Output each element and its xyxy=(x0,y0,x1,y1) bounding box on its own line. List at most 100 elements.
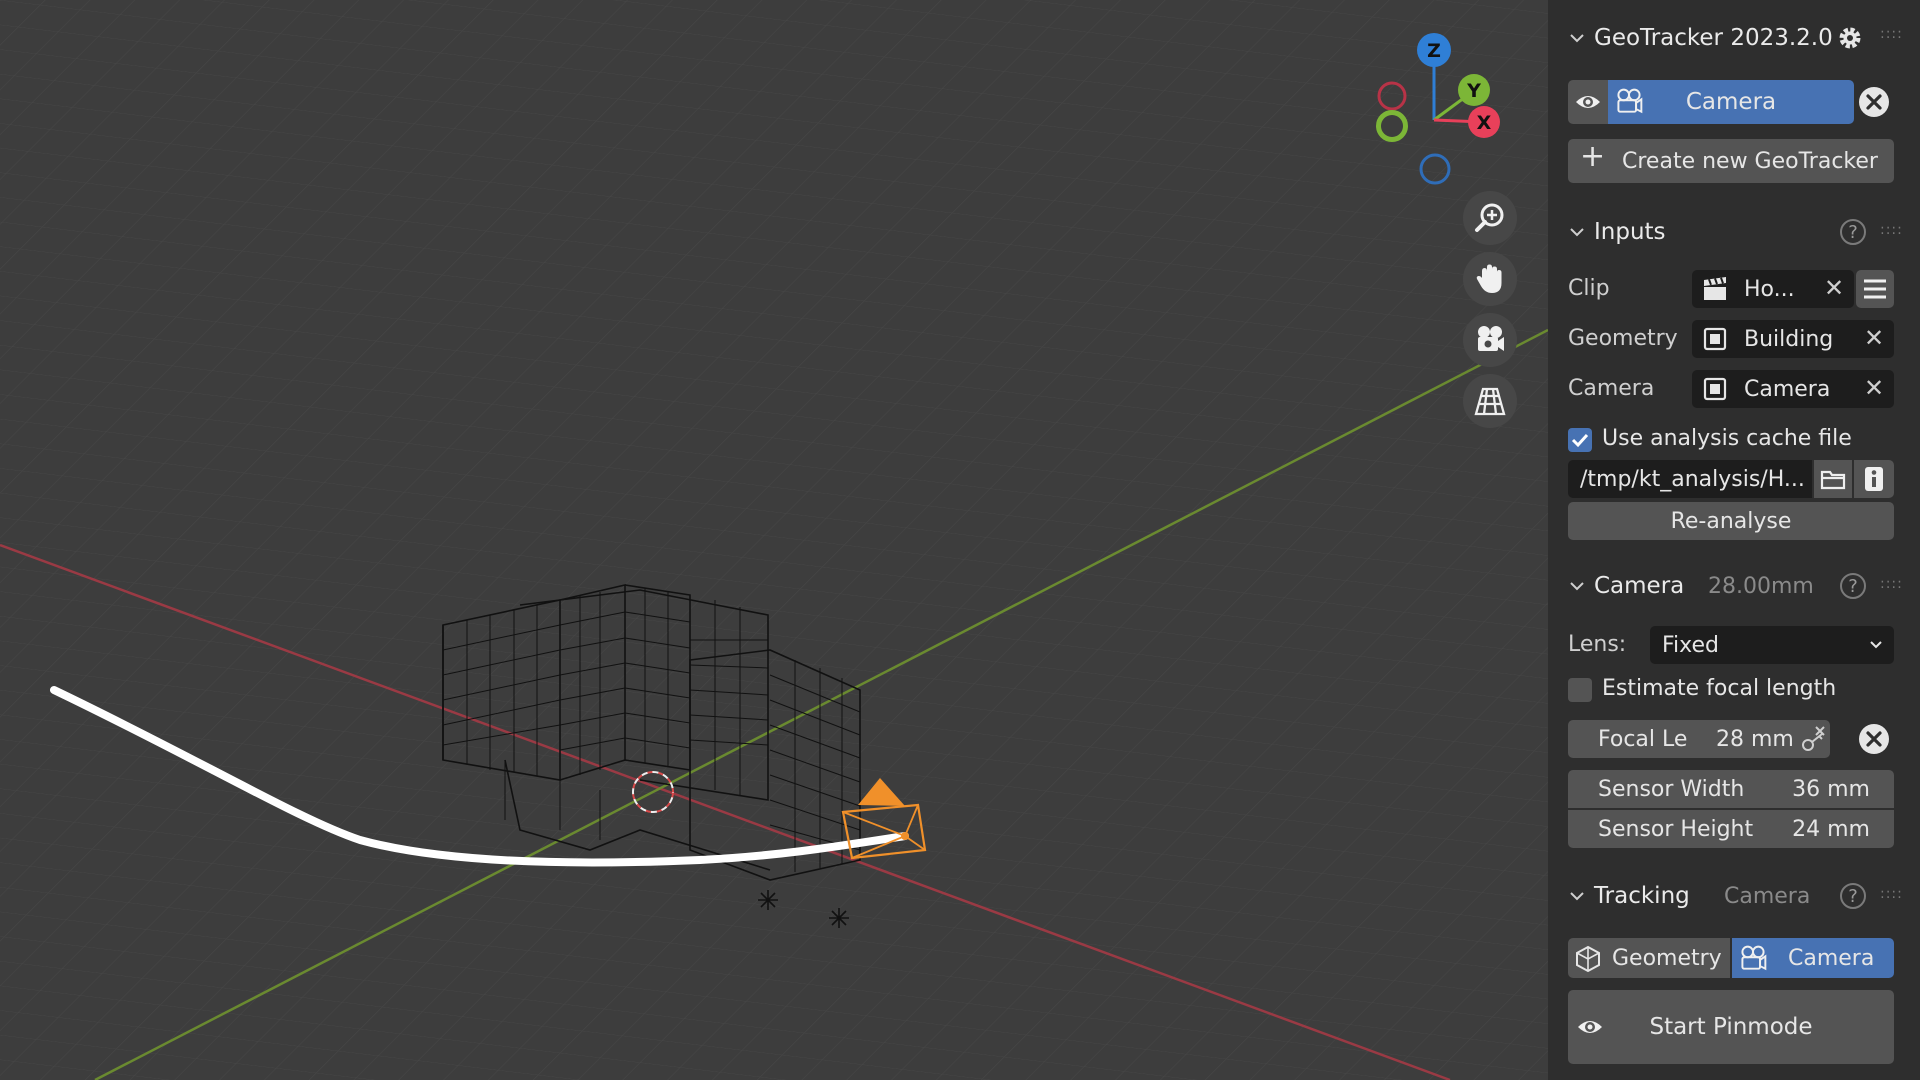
tracking-subtitle: Camera xyxy=(1724,883,1811,909)
create-label: Create new GeoTracker xyxy=(1622,148,1878,174)
drag-grip-icon[interactable]: :::: xyxy=(1880,26,1903,42)
close-circle-icon xyxy=(1859,87,1889,117)
geometry-value: Building xyxy=(1744,326,1834,352)
svg-text:Z: Z xyxy=(1427,40,1441,62)
object-icon xyxy=(1703,327,1727,351)
browse-folder-button[interactable] xyxy=(1814,460,1852,498)
help-icon[interactable]: ? xyxy=(1840,883,1866,909)
key-off-icon[interactable] xyxy=(1800,725,1828,753)
geometry-label: Geometry xyxy=(1568,326,1678,351)
drag-grip-icon[interactable]: :::: xyxy=(1880,886,1903,902)
clear-camera-icon[interactable]: ✕ xyxy=(1864,376,1884,400)
focal-length-label: Focal Le xyxy=(1598,726,1688,752)
chevron-down-icon xyxy=(1570,892,1584,901)
remove-target-button[interactable] xyxy=(1856,84,1892,120)
estimate-focal-checkbox[interactable] xyxy=(1568,678,1592,702)
visibility-toggle[interactable] xyxy=(1568,80,1608,124)
hamburger-menu-icon xyxy=(1864,279,1886,299)
clip-value: Ho... xyxy=(1744,276,1795,302)
gear-icon[interactable] xyxy=(1836,24,1864,52)
track-camera-button[interactable]: Camera xyxy=(1732,938,1894,978)
empty-marker[interactable] xyxy=(829,908,849,928)
chevron-down-icon xyxy=(1570,228,1584,237)
cache-path-field[interactable]: /tmp/kt_analysis/H... xyxy=(1568,460,1812,498)
x-axis-handle[interactable]: X xyxy=(1468,106,1500,138)
lens-value: Fixed xyxy=(1662,632,1720,658)
sensor-height-value: 24 mm xyxy=(1792,816,1870,842)
z-axis-handle[interactable]: Z xyxy=(1417,33,1451,67)
target-camera-button[interactable]: Camera xyxy=(1608,80,1854,124)
chevron-down-icon xyxy=(1570,34,1584,43)
create-geotracker-button[interactable]: + Create new GeoTracker xyxy=(1568,139,1894,183)
cache-info-button[interactable] xyxy=(1854,460,1894,498)
clear-geometry-icon[interactable]: ✕ xyxy=(1864,326,1884,350)
eye-icon xyxy=(1576,96,1600,108)
panel-title: GeoTracker 2023.2.0 xyxy=(1594,25,1833,51)
scene-canvas xyxy=(0,0,1548,1080)
target-label: Camera xyxy=(1685,89,1777,115)
help-icon[interactable]: ? xyxy=(1840,219,1866,245)
folder-icon xyxy=(1820,470,1846,490)
track-geometry-button[interactable]: Geometry xyxy=(1568,938,1730,978)
checkmark-icon xyxy=(1571,433,1589,448)
camera-value: Camera xyxy=(1744,376,1831,402)
clear-clip-icon[interactable]: ✕ xyxy=(1824,276,1844,300)
inputs-section-header[interactable]: Inputs ? :::: xyxy=(1548,214,1920,250)
help-icon[interactable]: ? xyxy=(1840,573,1866,599)
neg-z-axis-handle[interactable] xyxy=(1419,153,1451,185)
tracking-section-header[interactable]: Tracking Camera ? :::: xyxy=(1548,878,1920,914)
camera-view-button[interactable] xyxy=(1463,313,1517,367)
camera-field[interactable]: Camera ✕ xyxy=(1692,370,1894,408)
geometry-field[interactable]: Building ✕ xyxy=(1692,320,1894,358)
clapperboard-icon xyxy=(1704,277,1726,300)
clip-field[interactable]: Ho... ✕ xyxy=(1692,270,1854,308)
tracking-title: Tracking xyxy=(1594,883,1690,909)
lens-select[interactable]: Fixed xyxy=(1650,626,1894,664)
chevron-down-icon xyxy=(1570,582,1584,591)
chevron-down-icon xyxy=(1870,641,1882,649)
camera-view-icon xyxy=(1478,326,1504,351)
camera-section-header[interactable]: Camera 28.00mm ? :::: xyxy=(1548,568,1920,604)
lens-label: Lens: xyxy=(1568,632,1627,657)
estimate-focal-label[interactable]: Estimate focal length xyxy=(1602,676,1836,701)
geotracker-panel: GeoTracker 2023.2.0 :::: Camera + Create… xyxy=(1548,0,1920,1080)
svg-text:X: X xyxy=(1477,112,1492,134)
reanalyse-label: Re-analyse xyxy=(1670,508,1792,534)
use-cache-label[interactable]: Use analysis cache file xyxy=(1602,426,1852,451)
sensor-width-field[interactable]: Sensor Width 36 mm xyxy=(1568,770,1894,808)
navigation-gizmo[interactable]: Z Y X xyxy=(1360,28,1520,188)
sensor-height-field[interactable]: Sensor Height 24 mm xyxy=(1568,810,1894,848)
drag-grip-icon[interactable]: :::: xyxy=(1880,576,1903,592)
inputs-title: Inputs xyxy=(1594,219,1666,245)
geometry-mesh-icon xyxy=(1576,945,1600,973)
y-axis-handle[interactable]: Y xyxy=(1458,74,1490,106)
zoom-button[interactable] xyxy=(1463,191,1517,245)
panel-header[interactable]: GeoTracker 2023.2.0 :::: xyxy=(1548,20,1920,56)
use-cache-checkbox[interactable] xyxy=(1568,428,1592,452)
neg-x-axis-handle[interactable] xyxy=(1377,81,1407,111)
reset-focal-button[interactable] xyxy=(1856,721,1892,757)
start-pinmode-label: Start Pinmode xyxy=(1649,1014,1813,1040)
object-icon xyxy=(1703,377,1727,401)
camera-section-title: Camera xyxy=(1594,573,1685,599)
clip-menu-button[interactable] xyxy=(1856,270,1894,308)
reanalyse-button[interactable]: Re-analyse xyxy=(1568,502,1894,540)
camera-section-subtitle: 28.00mm xyxy=(1708,573,1814,599)
track-camera-label: Camera xyxy=(1788,945,1875,971)
drag-grip-icon[interactable]: :::: xyxy=(1880,222,1903,238)
close-circle-icon xyxy=(1859,724,1889,754)
perspective-toggle-button[interactable] xyxy=(1463,374,1517,428)
3d-viewport[interactable]: Z Y X xyxy=(0,0,1548,1080)
camera-icon xyxy=(1741,945,1767,971)
floor-grid xyxy=(0,0,1548,1080)
camera-input-label: Camera xyxy=(1568,376,1655,401)
cache-path-value: /tmp/kt_analysis/H... xyxy=(1580,466,1805,492)
pan-button[interactable] xyxy=(1463,252,1517,306)
sensor-height-label: Sensor Height xyxy=(1598,816,1754,842)
empty-marker[interactable] xyxy=(758,890,778,910)
focal-length-value: 28 mm xyxy=(1716,726,1794,752)
focal-length-field[interactable]: Focal Le 28 mm xyxy=(1568,720,1830,758)
track-geometry-label: Geometry xyxy=(1612,945,1722,971)
start-pinmode-button[interactable]: Start Pinmode xyxy=(1568,990,1894,1064)
info-icon xyxy=(1865,467,1883,491)
